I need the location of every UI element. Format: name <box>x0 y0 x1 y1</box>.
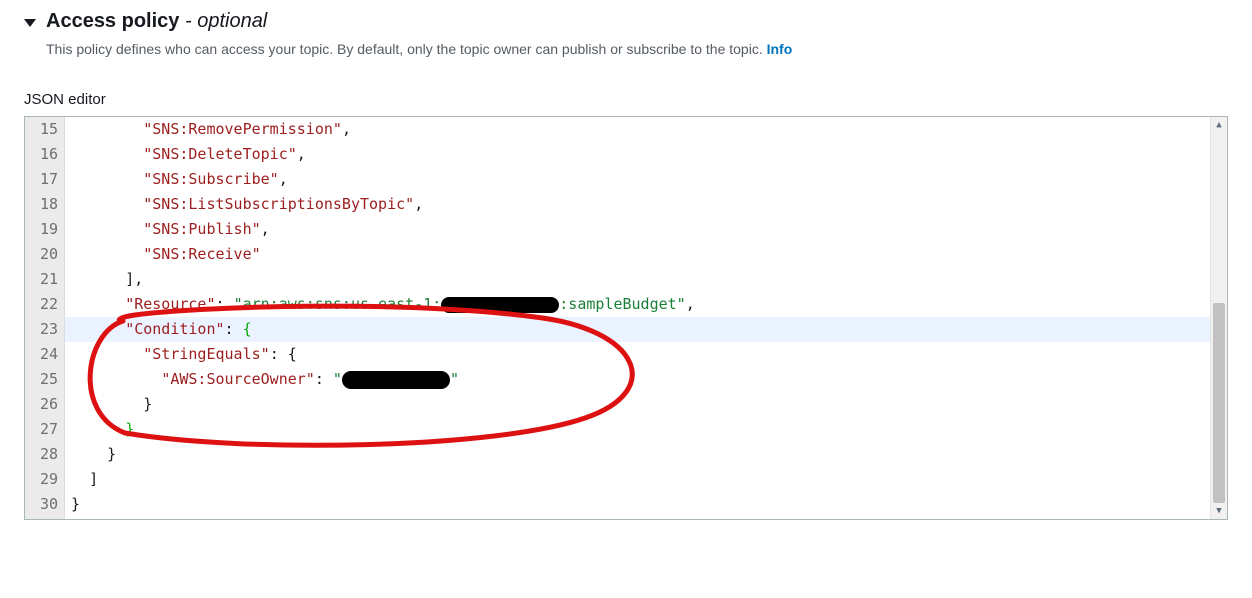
line-number-gutter: 15161718192021222324252627282930 <box>25 117 65 519</box>
line-number: 22 <box>25 292 58 317</box>
code-line[interactable]: ] <box>65 467 1211 492</box>
line-number: 28 <box>25 442 58 467</box>
description-text: This policy defines who can access your … <box>46 41 767 57</box>
title-optional: - optional <box>179 10 267 32</box>
code-line[interactable]: "AWS:SourceOwner": "" <box>65 367 1211 392</box>
code-line[interactable]: } <box>65 442 1211 467</box>
editor-label: JSON editor <box>24 91 1228 108</box>
line-number: 30 <box>25 492 58 517</box>
line-number: 19 <box>25 217 58 242</box>
line-number: 15 <box>25 117 58 142</box>
code-line[interactable]: "SNS:Publish", <box>65 217 1211 242</box>
code-line[interactable]: "SNS:Subscribe", <box>65 167 1211 192</box>
redacted-text <box>441 297 559 313</box>
code-area[interactable]: "SNS:RemovePermission", "SNS:DeleteTopic… <box>65 117 1211 519</box>
line-number: 26 <box>25 392 58 417</box>
scrollbar-thumb[interactable] <box>1213 303 1225 503</box>
line-number: 21 <box>25 267 58 292</box>
line-number: 20 <box>25 242 58 267</box>
code-line[interactable]: "SNS:ListSubscriptionsByTopic", <box>65 192 1211 217</box>
code-line[interactable]: "StringEquals": { <box>65 342 1211 367</box>
code-line[interactable]: "Resource": "arn:aws:sns:us-east-1::samp… <box>65 292 1211 317</box>
line-number: 17 <box>25 167 58 192</box>
scrollbar-vertical[interactable]: ▲ ▼ <box>1210 117 1227 519</box>
line-number: 27 <box>25 417 58 442</box>
code-line[interactable]: "SNS:RemovePermission", <box>65 117 1211 142</box>
line-number: 29 <box>25 467 58 492</box>
line-number: 24 <box>25 342 58 367</box>
section-header[interactable]: Access policy - optional <box>24 10 1228 33</box>
line-number: 16 <box>25 142 58 167</box>
info-link[interactable]: Info <box>767 41 793 57</box>
title-main: Access policy <box>46 10 179 32</box>
line-number: 18 <box>25 192 58 217</box>
section-title: Access policy - optional <box>46 10 267 33</box>
collapse-caret-icon[interactable] <box>24 19 36 27</box>
line-number: 25 <box>25 367 58 392</box>
code-line[interactable]: } <box>65 392 1211 417</box>
scroll-down-icon[interactable]: ▼ <box>1211 503 1227 519</box>
access-policy-section: Access policy - optional This policy def… <box>0 0 1252 598</box>
code-line[interactable]: "SNS:Receive" <box>65 242 1211 267</box>
code-line[interactable]: } <box>65 492 1211 517</box>
code-line[interactable]: "Condition": { <box>65 317 1211 342</box>
code-line[interactable]: } <box>65 417 1211 442</box>
code-line[interactable]: ], <box>65 267 1211 292</box>
code-line[interactable]: "SNS:DeleteTopic", <box>65 142 1211 167</box>
json-editor[interactable]: 15161718192021222324252627282930 "SNS:Re… <box>24 116 1228 520</box>
scroll-up-icon[interactable]: ▲ <box>1211 117 1227 133</box>
line-number: 23 <box>25 317 58 342</box>
redacted-text <box>342 371 450 389</box>
section-description: This policy defines who can access your … <box>46 41 1228 57</box>
